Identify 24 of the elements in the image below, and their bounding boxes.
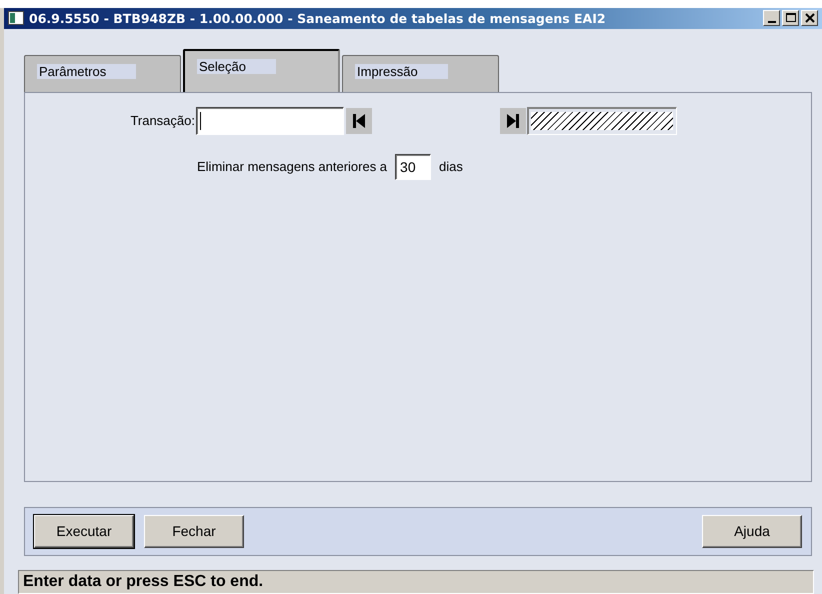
maximize-icon bbox=[786, 13, 796, 24]
minimize-icon bbox=[768, 20, 776, 23]
field-label: Eliminar mensagens anteriores a bbox=[197, 159, 388, 174]
first-button[interactable] bbox=[346, 108, 372, 134]
tab[interactable]: Parâmetros bbox=[24, 54, 181, 92]
close-icon bbox=[804, 13, 814, 24]
action-button[interactable]: Ajuda bbox=[702, 514, 802, 548]
field-label: Transação: bbox=[129, 113, 195, 128]
action-button[interactable]: Fechar bbox=[144, 514, 244, 548]
status-bar: Enter data or press ESC to end. bbox=[18, 570, 814, 594]
maximize-button[interactable] bbox=[782, 10, 799, 26]
window-icon bbox=[8, 11, 24, 26]
window-title: 06.9.5550 - BTB948ZB - 1.00.00.000 - Saneamento de tabelas de mensagens EAI2 bbox=[29, 10, 607, 26]
skip-first-icon bbox=[352, 112, 366, 129]
last-button[interactable] bbox=[500, 108, 526, 134]
skip-last-icon bbox=[506, 112, 520, 129]
tab[interactable]: Impressão bbox=[342, 54, 499, 92]
action-button[interactable]: Executar bbox=[34, 514, 134, 548]
transaction-from-field[interactable] bbox=[196, 106, 344, 135]
tab[interactable]: Seleção bbox=[183, 48, 340, 92]
days-field[interactable]: 30 bbox=[395, 154, 432, 180]
unit-label: dias bbox=[439, 159, 463, 174]
close-button[interactable] bbox=[801, 10, 818, 26]
minimize-button[interactable] bbox=[763, 10, 780, 26]
